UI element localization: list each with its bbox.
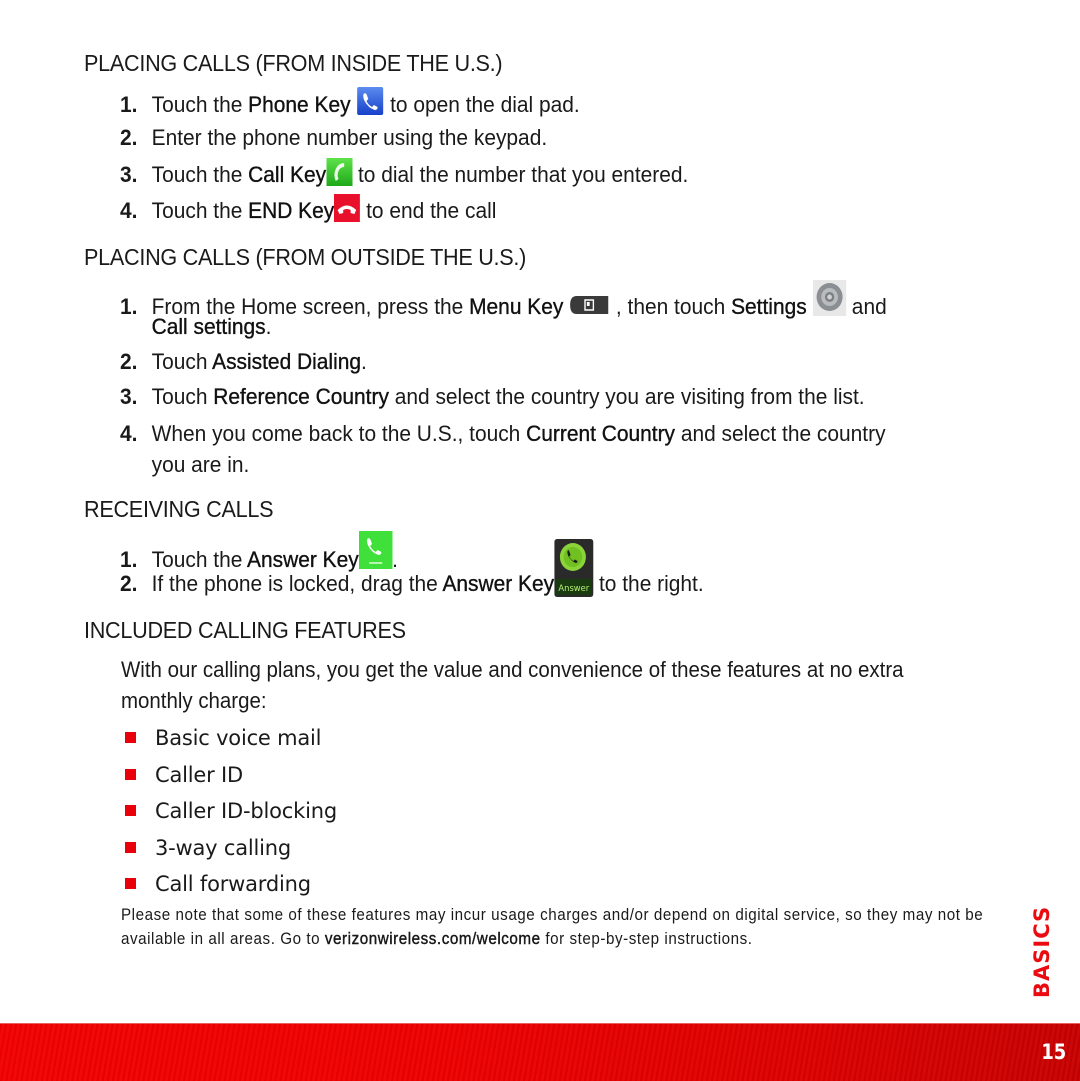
section-tab-basics: BASICS [1030, 905, 1054, 998]
step-text: Touch the [151, 92, 249, 117]
key-name: Call Key [248, 162, 327, 187]
step-text: to dial the number that you entered. [352, 162, 689, 187]
step-number: 3. [120, 162, 138, 187]
feature-label: Call forwarding [155, 872, 311, 896]
step-outside-3: 3. Touch Reference Country and select the… [120, 381, 865, 412]
step-outside-2: 2. Touch Assisted Dialing. [120, 346, 367, 377]
step-text: If the phone is locked, drag the [151, 571, 443, 596]
settings-icon [812, 280, 846, 316]
step-number: 3. [120, 384, 138, 409]
step-text: , then touch [610, 294, 732, 319]
features-note: Please note that some of these features … [121, 904, 1004, 951]
step-inside-1: 1. Touch the Phone Key to open the dial p… [120, 86, 580, 120]
key-name: Phone Key [248, 92, 351, 117]
intro-line: With our calling plans, you get the valu… [121, 657, 904, 682]
footer-bar: 15 [0, 1023, 1080, 1081]
key-name: Menu Key [469, 294, 564, 319]
step-text: you are in. [151, 452, 250, 477]
phone-key-icon [356, 86, 384, 116]
step-inside-2: 2. Enter the phone number using the keypa… [120, 122, 547, 153]
key-name: Settings [731, 294, 807, 319]
verizon-welcome-link[interactable]: verizonwireless.com/welcome [325, 929, 541, 947]
step-text: . [361, 349, 367, 374]
step-text: and select the country you are visiting … [388, 384, 865, 409]
page-number: 15 [1041, 1040, 1066, 1064]
step-number: 2. [120, 349, 138, 374]
feature-label: Caller ID [155, 762, 243, 787]
answer-label: Answer [558, 584, 589, 594]
step-text: Touch [151, 384, 214, 409]
step-text: Enter the phone number using the keypad. [151, 125, 548, 150]
key-name: Call settings [151, 314, 266, 339]
step-text: Touch [151, 349, 213, 374]
list-item: Basic voice mail [121, 720, 337, 757]
bullet-square-icon [125, 841, 136, 853]
step-inside-3: 3. Touch the Call Key to dial the number … [120, 158, 688, 190]
step-text: to open the dial pad. [384, 92, 580, 117]
feature-label: Basic voice mail [155, 726, 322, 750]
answer-slider-icon: Answer [554, 539, 594, 597]
step-outside-4: 4. When you come back to the U.S., touch … [120, 418, 886, 449]
bullet-square-icon [125, 732, 136, 743]
features-list: Basic voice mail Caller ID Caller ID-blo… [121, 720, 337, 903]
step-number: 2. [120, 125, 138, 150]
step-text: Touch the [151, 198, 249, 223]
manual-page: PLACING CALLS (FROM INSIDE THE U.S.) 1. T… [0, 0, 1080, 1081]
step-number: 4. [120, 198, 138, 223]
step-outside-1-cont: Call settings. [120, 311, 271, 342]
step-receiving-2: 2. If the phone is locked, drag the Answe… [120, 539, 704, 599]
step-text: to end the call [360, 198, 497, 223]
feature-label: Caller ID-blocking [155, 799, 337, 823]
step-text: to the right. [593, 571, 704, 596]
bullet-square-icon [125, 768, 136, 780]
intro-line: monthly charge: [121, 688, 267, 713]
end-key-icon [334, 194, 361, 222]
step-outside-4-cont: you are in. [120, 449, 250, 480]
heading-outside-us: PLACING CALLS (FROM OUTSIDE THE U.S.) [84, 244, 527, 270]
heading-features: INCLUDED CALLING FEATURES [84, 617, 406, 643]
menu-key-icon [569, 295, 610, 315]
feature-label: 3-way calling [155, 835, 292, 860]
heading-receiving: RECEIVING CALLS [84, 496, 274, 522]
step-number: 1. [120, 92, 138, 117]
key-name: Assisted Dialing [212, 349, 362, 374]
list-item: 3-way calling [121, 830, 337, 867]
list-item: Call forwarding [121, 866, 337, 903]
step-text: . [265, 314, 272, 339]
heading-inside-us: PLACING CALLS (FROM INSIDE THE U.S.) [84, 50, 503, 76]
key-name: END Key [248, 198, 335, 223]
list-item: Caller ID-blocking [121, 793, 337, 830]
bullet-square-icon [125, 805, 136, 816]
list-item: Caller ID [121, 757, 337, 794]
key-name: Reference Country [213, 384, 389, 409]
key-name: Answer Key [442, 571, 555, 596]
step-text: When you come back to the U.S., touch [151, 421, 527, 446]
step-text: and [845, 294, 887, 319]
bullet-square-icon [125, 878, 136, 889]
answer-key-icon [358, 531, 393, 569]
step-text: and select the country [675, 421, 886, 446]
step-text: Touch the [151, 162, 249, 187]
call-key-icon [326, 158, 353, 186]
features-intro: With our calling plans, you get the valu… [121, 654, 958, 716]
step-number: 4. [120, 421, 138, 446]
step-inside-4: 4. Touch the END Key to end the call [120, 194, 496, 226]
step-number: 2. [120, 571, 138, 596]
key-name: Current Country [526, 421, 676, 446]
note-text: for step-by-step instructions. [540, 929, 753, 948]
